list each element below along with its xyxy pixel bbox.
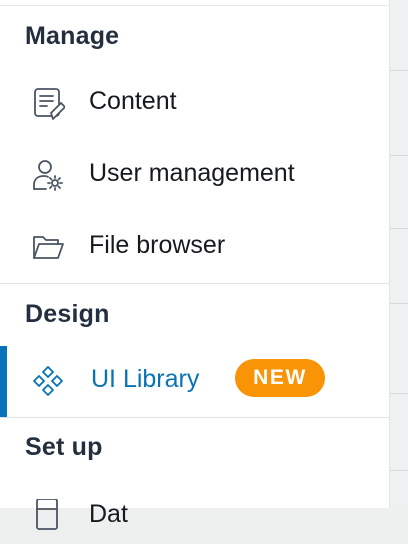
- nav-item-label: User management: [89, 159, 295, 187]
- nav-item-data[interactable]: Dat: [0, 486, 389, 544]
- ui-library-icon: [31, 364, 65, 398]
- nav-item-user-management[interactable]: User management: [0, 145, 389, 203]
- edge-divider: [390, 70, 408, 71]
- section-divider: [0, 283, 389, 284]
- edge-divider: [390, 303, 408, 304]
- edge-divider: [390, 228, 408, 229]
- nav-item-ui-library[interactable]: UI Library NEW: [0, 346, 389, 418]
- section-heading-design: Design: [25, 300, 110, 328]
- section-divider: [0, 417, 389, 418]
- navigation-panel: Manage Content User management File brow…: [0, 0, 390, 530]
- content-icon: [31, 86, 65, 120]
- database-icon: [31, 499, 65, 533]
- edge-divider: [390, 470, 408, 471]
- nav-item-label: Content: [89, 87, 177, 115]
- folder-icon: [31, 230, 65, 264]
- nav-item-file-browser[interactable]: File browser: [0, 217, 389, 275]
- active-indicator: [0, 346, 7, 418]
- top-divider: [0, 5, 389, 6]
- nav-item-label: UI Library: [91, 365, 200, 393]
- edge-divider: [390, 393, 408, 394]
- nav-item-label: File browser: [89, 231, 226, 259]
- new-badge: NEW: [235, 359, 325, 397]
- nav-item-content[interactable]: Content: [0, 73, 389, 131]
- section-heading-manage: Manage: [25, 22, 120, 50]
- content-area-edge: [390, 0, 408, 508]
- user-settings-icon: [31, 158, 65, 192]
- edge-divider: [390, 155, 408, 156]
- section-heading-set-up: Set up: [25, 433, 103, 461]
- nav-item-label: Dat: [89, 500, 128, 528]
